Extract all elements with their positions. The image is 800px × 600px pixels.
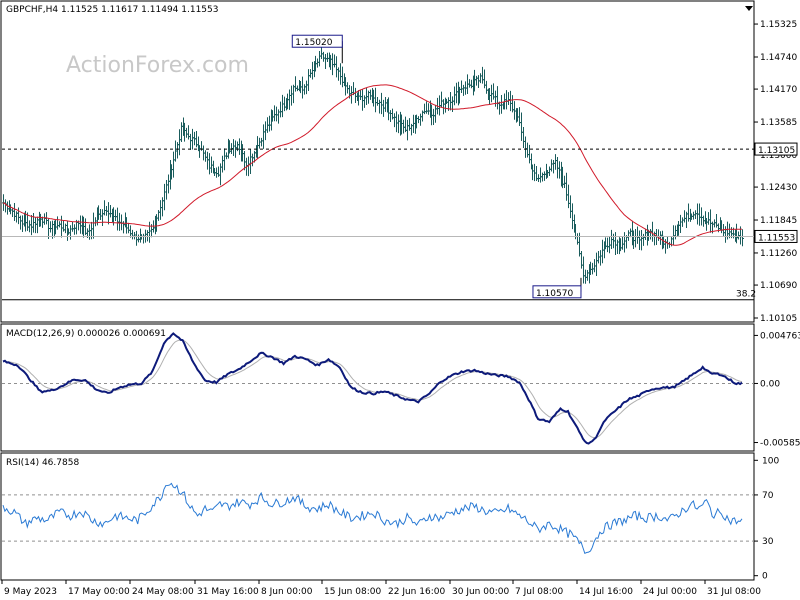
rsi-line <box>2 482 743 554</box>
price-pane-frame <box>0 0 755 323</box>
macd-header: MACD(12,26,9) 0.000026 0.000691 <box>6 329 166 339</box>
macd-axis-label: 0.004763 <box>760 331 800 341</box>
gbpchf-chart: ActionForex.com GBPCHF,H4 1.11525 1.1161… <box>0 0 800 597</box>
macd-axis-label: -0.005857 <box>760 439 800 449</box>
price-axis-label: 1.11845 <box>760 216 797 226</box>
price-axis-label: 1.10690 <box>760 281 797 291</box>
price-header: GBPCHF,H4 1.11525 1.11617 1.11494 1.1155… <box>6 5 218 15</box>
fib-label: 38.2 <box>736 290 756 300</box>
time-axis-label: 22 Jun 16:00 <box>388 587 445 597</box>
low-tag-label: 1.10570 <box>536 289 573 299</box>
time-axis-label: 30 Jun 00:00 <box>452 587 509 597</box>
rsi-layer <box>2 482 754 554</box>
price-axis-label: 1.14740 <box>760 53 797 63</box>
price-axis-label: 1.13585 <box>760 118 797 128</box>
time-axis-label: 14 Jul 16:00 <box>579 587 633 597</box>
time-axis-label: 8 Jun 00:00 <box>261 587 313 597</box>
price-axis-label: 1.11260 <box>760 249 797 259</box>
watermark: ActionForex.com <box>66 53 249 78</box>
time-axis-label: 7 Jul 08:00 <box>515 587 564 597</box>
rsi-axis-label: 100 <box>762 456 779 466</box>
price-axis-label: 1.10105 <box>760 314 797 324</box>
macd-line <box>2 332 743 445</box>
time-axis-label: 9 May 2023 <box>4 587 57 597</box>
price-axis-label: 1.12430 <box>760 183 797 193</box>
time-axis-label: 24 May 08:00 <box>132 587 194 597</box>
rsi-axis-label: 0 <box>762 572 768 582</box>
rsi-axis-label: 30 <box>762 537 774 547</box>
axis-price-tag-label: 1.11553 <box>758 233 795 243</box>
time-axis-label: 17 May 00:00 <box>68 587 130 597</box>
axis-price-tag-label: 1.13105 <box>758 146 795 156</box>
axis-layer: 1.153251.147401.141701.135851.130001.124… <box>1 20 800 597</box>
price-axis-label: 1.14170 <box>760 85 797 95</box>
time-axis-label: 31 Jul 08:00 <box>707 587 761 597</box>
collapse-arrow-icon[interactable] <box>745 6 753 11</box>
macd-layer <box>2 332 754 445</box>
price-axis-label: 1.15325 <box>760 20 797 30</box>
macd-axis-label: 0.00 <box>760 379 780 389</box>
time-axis-label: 15 Jun 08:00 <box>324 587 381 597</box>
rsi-axis-label: 70 <box>762 491 774 501</box>
macd-pane-frame <box>0 323 755 452</box>
rsi-header: RSI(14) 46.7858 <box>6 458 79 468</box>
time-axis-label: 24 Jul 00:00 <box>643 587 697 597</box>
high-tag-label: 1.15020 <box>295 38 332 48</box>
time-axis-label: 31 May 16:00 <box>197 587 259 597</box>
